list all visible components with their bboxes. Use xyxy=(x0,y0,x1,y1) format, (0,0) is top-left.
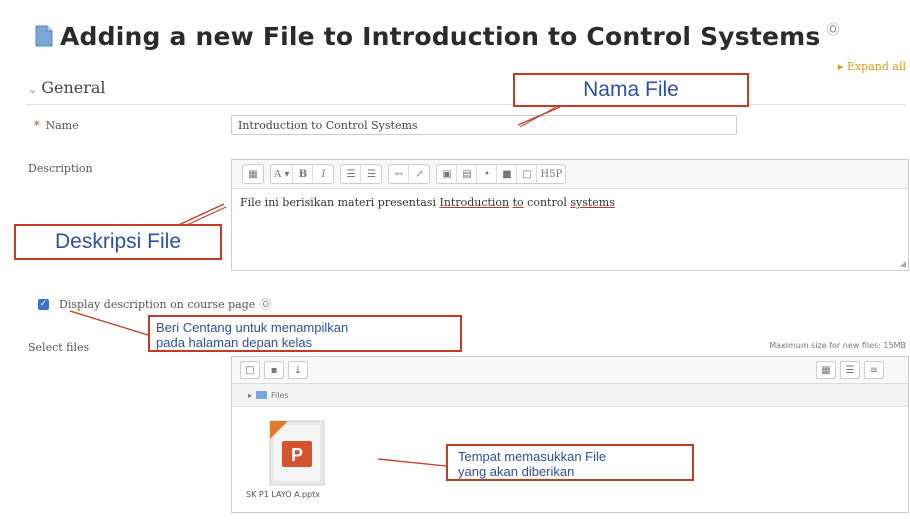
annotation-centang: Beri Centang untuk menampilkan pada hala… xyxy=(148,315,462,352)
annotation-tempat-file: Tempat memasukkan File yang akan diberik… xyxy=(446,444,694,481)
arrow-nama-file-2 xyxy=(519,106,557,128)
annotation-line: pada halaman depan kelas xyxy=(156,335,313,350)
arrow-centang xyxy=(69,310,149,336)
annotation-deskripsi-file: Deskripsi File xyxy=(14,224,222,260)
arrow-tempat xyxy=(377,458,447,467)
annotation-line: Beri Centang untuk menampilkan xyxy=(156,320,349,335)
annotation-line: yang akan diberikan xyxy=(458,464,575,479)
annotation-nama-file: Nama File xyxy=(513,73,749,107)
annotation-line: Tempat memasukkan File xyxy=(458,449,607,464)
